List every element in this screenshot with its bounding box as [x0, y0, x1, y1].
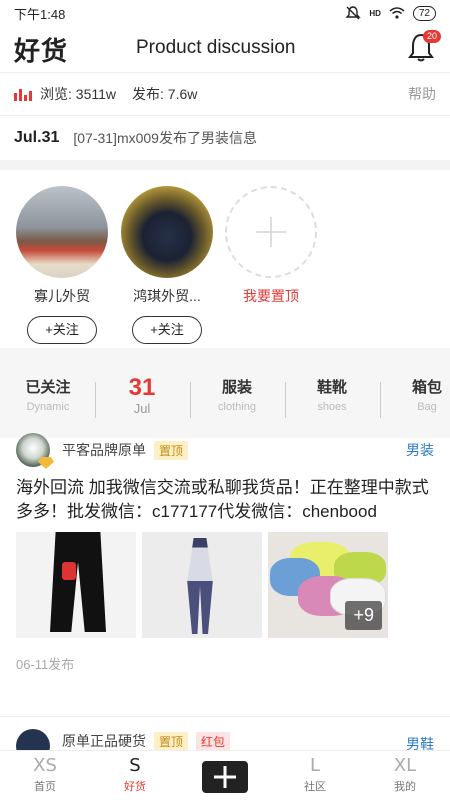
signal-icon: HD	[369, 8, 381, 18]
bottom-nav: XS 首页 S 好货 L 社区 XL 我的	[0, 750, 450, 800]
tab-divider	[190, 382, 191, 418]
app-logo: 好货	[14, 36, 69, 67]
shop-name: 鸿琪外贸...	[133, 288, 201, 304]
post-text: 海外回流 加我微信交流或私聊我货品！正在整理中款式多多！批发微信：c177177…	[16, 478, 429, 521]
wifi-icon	[389, 7, 405, 19]
tab-label: 已关注	[25, 379, 71, 396]
nav-home[interactable]: XS 首页	[0, 751, 90, 800]
tab-sublabel: Dynamic	[26, 401, 70, 413]
post-divider	[0, 716, 450, 717]
battery-icon: 72	[412, 5, 436, 21]
stats-bar: 浏览: 3511w 发布: 7.6w 帮助	[0, 72, 450, 116]
tab-shoes[interactable]: 鞋靴 shoes	[292, 376, 372, 413]
red-packet-tag: 红包	[196, 731, 231, 751]
tab-sublabel: shoes	[317, 401, 347, 413]
notice-bar[interactable]: Jul.31 [07-31]mx009发布了男装信息	[0, 116, 450, 160]
mute-icon	[345, 6, 362, 20]
nav-icon-text: L	[309, 755, 321, 776]
more-images-count[interactable]: +9	[345, 601, 382, 630]
pinned-tag: 置顶	[154, 440, 189, 460]
nav-label: 首页	[34, 781, 56, 793]
posts-count: 发布: 7.6w	[132, 86, 198, 102]
follow-button[interactable]: +关注	[27, 316, 97, 344]
notice-date: Jul.31	[14, 129, 60, 146]
post-image-tracksuit[interactable]	[142, 532, 262, 638]
tab-sublabel: Bag	[417, 401, 437, 413]
vip-badge-icon	[38, 457, 54, 469]
plus-icon[interactable]	[202, 761, 248, 793]
post-author[interactable]: 原单正品硬货	[62, 731, 146, 751]
post-category[interactable]: 男装	[406, 440, 434, 460]
shop-avatar[interactable]	[16, 186, 108, 278]
pinned-shop-2[interactable]: 鸿琪外贸... +关注	[119, 186, 215, 344]
nav-label: 我的	[394, 781, 416, 793]
status-time: 下午1:48	[14, 6, 66, 22]
nav-community[interactable]: L 社区	[270, 751, 360, 800]
post-header: 平客品牌原单 置顶 男装	[16, 430, 434, 470]
section-gap	[0, 160, 450, 170]
tab-label: 鞋靴	[316, 379, 347, 396]
status-bar: 下午1:48 HD 72	[0, 0, 450, 26]
post-author[interactable]: 平客品牌原单	[62, 440, 146, 460]
tab-clothing[interactable]: 服装 clothing	[197, 376, 277, 413]
post-image-pants[interactable]	[16, 532, 136, 638]
post-time: 06-11发布	[16, 657, 75, 672]
post-images: +9	[16, 532, 434, 638]
nav-publish[interactable]	[180, 751, 270, 800]
tab-sublabel: clothing	[218, 401, 256, 413]
tab-bag[interactable]: 箱包 Bag	[387, 376, 450, 413]
notification-button[interactable]: 20	[406, 30, 441, 66]
help-link[interactable]: 帮助	[408, 84, 436, 104]
add-icon[interactable]	[225, 186, 317, 278]
follow-button[interactable]: +关注	[132, 316, 202, 344]
notification-badge: 20	[422, 30, 441, 43]
pinned-tag: 置顶	[154, 731, 189, 751]
tab-divider	[95, 382, 96, 418]
post-image-sweatshirts[interactable]: +9	[268, 532, 388, 638]
views-count: 浏览: 3511w	[40, 86, 116, 102]
nav-icon-text: S	[129, 755, 141, 776]
nav-label: 好货	[124, 781, 146, 793]
author-avatar[interactable]	[16, 433, 54, 469]
nav-icon-text: XL	[393, 755, 417, 776]
pinned-shops: 寡儿外贸 +关注 鸿琪外贸... +关注 我要置顶	[0, 170, 450, 348]
tab-date[interactable]: 31 Jul	[102, 374, 182, 417]
nav-goods[interactable]: S 好货	[90, 751, 180, 800]
category-tabs: 已关注 Dynamic 31 Jul 服装 clothing 鞋靴 shoes …	[0, 348, 450, 438]
pinned-shop-1[interactable]: 寡儿外贸 +关注	[14, 186, 110, 344]
status-icons: HD 72	[345, 5, 436, 21]
nav-mine[interactable]: XL 我的	[360, 751, 450, 800]
pin-my-shop-label: 我要置顶	[243, 288, 299, 304]
tab-divider	[285, 382, 286, 418]
notice-text: [07-31]mx009发布了男装信息	[73, 130, 257, 146]
shop-name: 寡儿外贸	[34, 288, 90, 304]
header: 好货 Product discussion 20	[0, 26, 450, 72]
tab-followed[interactable]: 已关注 Dynamic	[8, 376, 88, 413]
tab-divider	[380, 382, 381, 418]
page-title: Product discussion	[136, 37, 296, 58]
nav-label: 社区	[304, 781, 326, 793]
date-day: 31	[128, 374, 156, 401]
post-card[interactable]: 平客品牌原单 置顶 男装 海外回流 加我微信交流或私聊我货品！正在整理中款式多多…	[0, 430, 450, 673]
shop-avatar[interactable]	[121, 186, 213, 278]
pin-my-shop[interactable]: 我要置顶	[223, 186, 319, 306]
date-month: Jul	[133, 401, 151, 416]
tab-label: 箱包	[411, 379, 442, 396]
nav-icon-text: XS	[33, 755, 57, 776]
tab-label: 服装	[221, 379, 252, 396]
bar-chart-icon	[14, 87, 32, 101]
